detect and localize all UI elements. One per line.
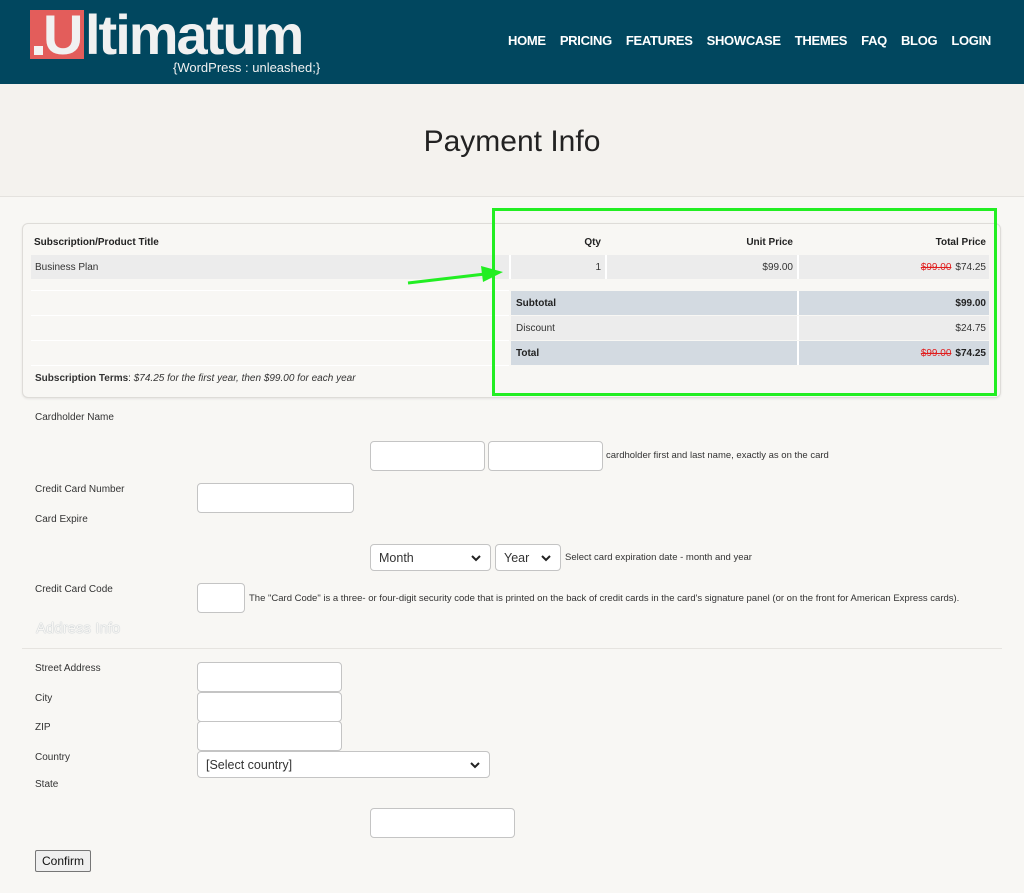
- total-old-price: $99.00: [920, 347, 952, 359]
- row-divider: [31, 290, 509, 291]
- cell-divider: [509, 255, 511, 279]
- logo-wordmark: ltimatum: [85, 3, 304, 66]
- nav-faq[interactable]: FAQ: [861, 33, 887, 48]
- card-number-input[interactable]: [197, 483, 354, 513]
- item-total-old-price: $99.00: [920, 261, 952, 273]
- chevron-down-icon: [470, 762, 480, 769]
- main-nav: HOME PRICING FEATURES SHOWCASE THEMES FA…: [508, 33, 991, 48]
- row-divider: [31, 365, 509, 366]
- row-divider: [31, 315, 509, 316]
- expire-month-select[interactable]: Month: [370, 544, 491, 571]
- nav-pricing[interactable]: PRICING: [560, 33, 612, 48]
- subscription-terms: Subscription Terms: $74.25 for the first…: [35, 369, 356, 387]
- country-select-value: [Select country]: [206, 757, 293, 772]
- country-label: Country: [35, 752, 71, 763]
- title-band: Payment Info: [0, 84, 1024, 197]
- site-header: U ltimatum {WordPress : unleashed;} HOME…: [0, 0, 1024, 84]
- item-title: Business Plan: [35, 261, 99, 273]
- expire-year-value: Year: [504, 550, 530, 565]
- ultimatum-logo[interactable]: U ltimatum {WordPress : unleashed;}: [30, 3, 330, 78]
- col-header-unit-price: Unit Price: [746, 236, 793, 248]
- subtotal-label: Subtotal: [516, 297, 556, 309]
- card-number-label: Credit Card Number: [35, 484, 125, 495]
- address-info-heading: Address Info: [36, 620, 121, 637]
- nav-home[interactable]: HOME: [508, 33, 546, 48]
- street-address-label: Street Address: [35, 663, 101, 674]
- city-label: City: [35, 693, 53, 704]
- cardholder-name-label: Cardholder Name: [35, 412, 114, 423]
- expire-hint: Select card expiration date - month and …: [565, 552, 752, 563]
- total-new-price: $74.25: [955, 347, 986, 359]
- item-total-new-price: $74.25: [955, 261, 986, 273]
- expire-month-value: Month: [379, 550, 414, 565]
- chevron-down-icon: [471, 555, 481, 562]
- zip-label: ZIP: [35, 722, 51, 733]
- last-name-input[interactable]: [488, 441, 603, 471]
- col-header-title: Subscription/Product Title: [34, 236, 159, 248]
- nav-login[interactable]: LOGIN: [951, 33, 991, 48]
- total-label: Total: [516, 347, 540, 359]
- state-label: State: [35, 779, 59, 790]
- card-code-label: Credit Card Code: [35, 584, 113, 595]
- street-address-input[interactable]: [197, 662, 342, 692]
- logo-u-letter: U: [43, 3, 83, 66]
- item-total-price: $99.00 $74.25: [799, 255, 986, 279]
- row-divider: [31, 340, 509, 341]
- logo-tagline: {WordPress : unleashed;}: [173, 60, 321, 75]
- nav-blog[interactable]: BLOG: [901, 33, 938, 48]
- chevron-down-icon: [541, 555, 551, 562]
- logo-dot: [34, 46, 43, 55]
- page-title: Payment Info: [423, 125, 601, 158]
- subtotal-value: $99.00: [955, 297, 986, 309]
- card-code-hint: The "Card Code" is a three- or four-digi…: [249, 593, 960, 604]
- expire-year-select[interactable]: Year: [495, 544, 561, 571]
- card-expire-label: Card Expire: [35, 514, 88, 525]
- nav-showcase[interactable]: SHOWCASE: [707, 33, 781, 48]
- cardholder-hint: cardholder first and last name, exactly …: [606, 450, 829, 461]
- section-divider: [22, 648, 1002, 649]
- item-unit-price: $99.00: [762, 261, 793, 273]
- confirm-button[interactable]: Confirm: [35, 850, 91, 872]
- col-header-total-price: Total Price: [935, 236, 986, 248]
- first-name-input[interactable]: [370, 441, 485, 471]
- city-input[interactable]: [197, 692, 342, 722]
- order-summary-table: Subscription/Product Title Qty Unit Pric…: [22, 223, 1001, 398]
- subscription-terms-value: $74.25 for the first year, then $99.00 f…: [133, 372, 356, 384]
- total-value: $99.00 $74.25: [799, 341, 986, 365]
- subscription-terms-label: Subscription Terms: [35, 372, 129, 384]
- col-header-qty: Qty: [584, 236, 601, 248]
- item-qty: 1: [595, 261, 601, 273]
- country-select[interactable]: [Select country]: [197, 751, 490, 778]
- discount-label: Discount: [516, 322, 555, 334]
- nav-themes[interactable]: THEMES: [795, 33, 848, 48]
- nav-features[interactable]: FEATURES: [626, 33, 693, 48]
- zip-input[interactable]: [197, 721, 342, 751]
- discount-value: $24.75: [955, 322, 986, 334]
- card-code-input[interactable]: [197, 583, 245, 613]
- state-input[interactable]: [370, 808, 515, 838]
